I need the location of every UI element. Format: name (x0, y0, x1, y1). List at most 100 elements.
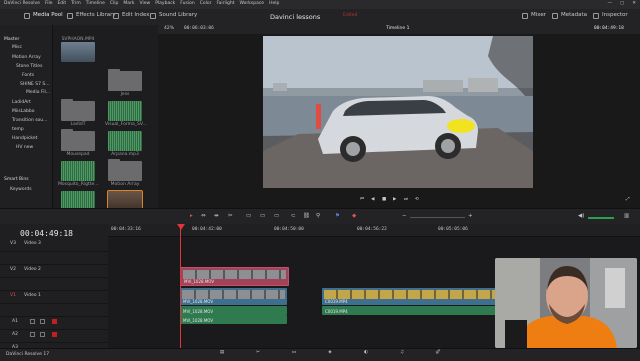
inspector-button[interactable]: Inspector (593, 13, 628, 19)
lock-toggle[interactable] (30, 319, 35, 324)
menu-help[interactable]: Help (269, 1, 279, 7)
media-audio-clip[interactable] (61, 161, 95, 181)
loop-icon[interactable]: ⟲ (415, 197, 419, 203)
media-folder[interactable] (61, 129, 95, 151)
insert-clip-icon[interactable]: ▭ (246, 213, 251, 220)
effects-library-button[interactable]: Effects Library (67, 13, 116, 19)
menu-color[interactable]: Color (200, 1, 212, 7)
dynamic-trim-icon[interactable]: ⇹ (214, 213, 219, 220)
bin-item[interactable]: Stone Titles (16, 64, 42, 70)
bin-item[interactable]: Misc (12, 45, 22, 51)
media-folder[interactable] (108, 159, 142, 181)
bin-item[interactable]: SHINE S7 S... (20, 82, 50, 88)
media-folder[interactable] (61, 99, 95, 121)
edit-page-icon[interactable]: ▭ (284, 350, 304, 359)
play-reverse-icon[interactable]: ◀ (371, 197, 374, 203)
blade-tool-icon[interactable]: ✂ (228, 213, 233, 220)
lock-toggle[interactable] (30, 332, 35, 337)
trim-tool-icon[interactable]: ⇔ (201, 213, 206, 220)
zoom-level[interactable]: 42% (164, 26, 174, 32)
timeline-audio-clip[interactable]: C0019.MP4 (322, 306, 497, 315)
play-icon[interactable]: ▶ (393, 197, 396, 203)
marker-icon[interactable]: ◆ (352, 213, 356, 220)
skip-forward-icon[interactable]: ⏭ (404, 197, 408, 203)
flag-icon[interactable]: ⚑ (335, 213, 340, 220)
color-page-icon[interactable]: ◐ (356, 350, 376, 359)
bin-item[interactable]: Media Fil... (26, 90, 50, 96)
mute-toggle[interactable] (52, 332, 57, 337)
replace-clip-icon[interactable]: ▭ (274, 213, 279, 220)
menu-view[interactable]: View (140, 1, 151, 7)
playhead[interactable] (180, 224, 181, 348)
zoom-slider[interactable] (410, 217, 465, 218)
deliver-page-icon[interactable]: 🚀︎ (428, 350, 448, 359)
timeline-ruler[interactable]: 00:04:33:16 00:04:42:00 00:04:50:00 00:0… (108, 224, 640, 237)
media-audio-clip[interactable] (108, 101, 142, 121)
menu-clip[interactable]: Clip (110, 1, 119, 7)
smart-bin-keywords[interactable]: Keywords (10, 187, 32, 193)
timeline-viewer[interactable]: ⏮ ◀ ■ ▶ ⏭ ⟲ ⤢ (158, 34, 640, 208)
bin-item[interactable]: Fonts (22, 73, 34, 79)
overwrite-clip-icon[interactable]: ▭ (260, 213, 265, 220)
menu-fairlight[interactable]: Fairlight (216, 1, 234, 7)
selection-tool-icon[interactable]: ▸ (190, 213, 193, 220)
timeline-name[interactable]: Timeline 1 (386, 26, 409, 32)
solo-toggle[interactable] (40, 332, 45, 337)
snapping-icon[interactable]: ⊂ (291, 213, 296, 220)
bin-item[interactable]: temp (12, 127, 24, 133)
effects-icon (67, 13, 73, 19)
timeline-clip[interactable]: C0019.MP4 (322, 288, 497, 305)
skip-back-icon[interactable]: ⏮ (360, 197, 364, 203)
cut-page-icon[interactable]: ✂ (248, 350, 268, 359)
bin-item[interactable]: Motion Array (12, 55, 41, 61)
mute-toggle[interactable] (52, 319, 57, 324)
fairlight-page-icon[interactable]: ♫ (392, 350, 412, 359)
speaker-icon[interactable]: ◀) (578, 213, 584, 220)
track-name: Video 1 (24, 293, 41, 298)
timeline-clip[interactable]: MVI_1028.MOV (180, 267, 289, 286)
mixer-button[interactable]: Mixer (522, 13, 546, 19)
menu-edit[interactable]: Edit (57, 1, 66, 7)
bin-item[interactable]: HV new (16, 145, 33, 151)
menu-timeline[interactable]: Timeline (86, 1, 105, 7)
volume-slider[interactable] (588, 217, 614, 219)
bin-master[interactable]: Master (4, 37, 19, 43)
solo-toggle[interactable] (40, 319, 45, 324)
bin-item[interactable]: LadidArt (12, 100, 31, 106)
audio-meter-icon[interactable]: ▥ (624, 213, 629, 220)
bin-item[interactable]: MiisLabbo (12, 109, 34, 115)
stop-icon[interactable]: ■ (382, 197, 386, 203)
clip-label: MVI_1028.MOV (183, 299, 214, 304)
zoom-out-icon[interactable]: − (402, 213, 407, 220)
metadata-button[interactable]: Metadata (552, 13, 587, 19)
menu-playback[interactable]: Playback (155, 1, 175, 7)
close-icon[interactable]: ✕ (632, 1, 636, 7)
media-page-icon[interactable]: ▤ (212, 350, 232, 359)
edit-index-button[interactable]: Edit Index (113, 13, 150, 19)
zoom-in-icon[interactable]: + (468, 213, 473, 220)
position-lock-icon[interactable]: ⚲ (316, 213, 320, 220)
media-folder[interactable] (108, 69, 142, 91)
menu-fusion[interactable]: Fusion (180, 1, 194, 7)
menu-davinci[interactable]: DaVinci Resolve (4, 1, 40, 7)
timeline-audio-clip[interactable]: MVI_1028.MOV (180, 315, 287, 324)
menu-trim[interactable]: Trim (71, 1, 81, 7)
menu-workspace[interactable]: Workspace (239, 1, 264, 7)
ruler-label: 00:04:33:16 (111, 227, 141, 232)
minimize-icon[interactable]: — (607, 1, 612, 7)
bin-item[interactable]: Handpicket (12, 136, 37, 142)
maximize-icon[interactable]: ▢ (620, 1, 624, 7)
fullscreen-icon[interactable]: ⤢ (626, 197, 630, 203)
link-icon[interactable]: ⛓ (303, 213, 310, 220)
media-clip-thumbnail[interactable] (61, 42, 95, 62)
sound-library-button[interactable]: Sound Library (150, 13, 197, 19)
timeline-clip[interactable]: MVI_1028.MOV (180, 288, 287, 305)
media-pool-button[interactable]: Media Pool (24, 13, 63, 19)
media-audio-clip[interactable] (108, 131, 142, 151)
timeline-audio-clip[interactable]: MVI_1028.MOV (180, 306, 287, 315)
fusion-page-icon[interactable]: ◈ (320, 350, 340, 359)
bin-item[interactable]: Transition sou... (12, 118, 47, 124)
menu-file[interactable]: File (45, 1, 53, 7)
playhead-handle[interactable] (177, 224, 185, 230)
menu-mark[interactable]: Mark (123, 1, 134, 7)
